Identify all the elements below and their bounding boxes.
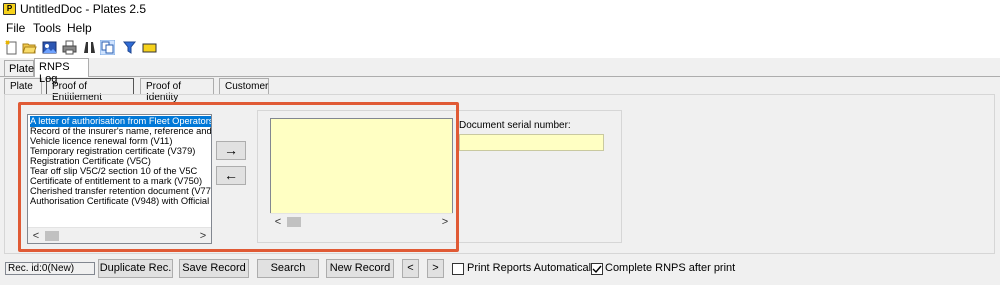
duplicate-record-button[interactable]: Duplicate Rec. (98, 259, 173, 278)
previous-record-button[interactable]: < (402, 259, 419, 278)
new-record-button[interactable]: New Record (326, 259, 394, 278)
tab-customer[interactable]: Customer (219, 78, 269, 95)
title-bar: P UntitledDoc - Plates 2.5 (0, 0, 1000, 18)
menu-file[interactable]: File (6, 21, 25, 35)
tab-plates[interactable]: Plates (4, 60, 40, 77)
complete-rnps-checkbox[interactable] (591, 263, 603, 275)
copy-icon[interactable] (100, 40, 115, 55)
document-serial-input[interactable] (459, 134, 604, 151)
save-record-button[interactable]: Save Record (179, 259, 249, 278)
tab-proof-of-entitlement[interactable]: Proof of Entitlement (46, 78, 134, 103)
tab-rnps-log[interactable]: RNPS Log (34, 58, 89, 85)
menu-tools[interactable]: Tools (33, 21, 61, 35)
complete-rnps-label: Complete RNPS after print (605, 262, 736, 274)
new-icon[interactable] (4, 40, 19, 55)
app-icon: P (3, 3, 16, 15)
next-record-button[interactable]: > (427, 259, 444, 278)
filter-icon[interactable] (122, 40, 137, 55)
checkmark-icon (592, 265, 602, 274)
document-serial-label: Document serial number: (459, 120, 571, 131)
highlight-box (18, 102, 459, 252)
binoculars-icon[interactable] (82, 40, 97, 55)
tab-plate[interactable]: Plate (4, 78, 42, 95)
image-icon[interactable] (42, 40, 57, 55)
open-folder-icon[interactable] (22, 40, 37, 55)
box-icon[interactable] (142, 40, 157, 55)
print-reports-checkbox[interactable] (452, 263, 464, 275)
tab-proof-of-identity[interactable]: Proof of Identity (140, 78, 214, 103)
record-id-field: Rec. id:0(New) (5, 262, 95, 275)
search-button[interactable]: Search (257, 259, 319, 278)
menu-help[interactable]: Help (67, 21, 92, 35)
print-icon[interactable] (62, 40, 77, 55)
menu-bar: File Tools Help (0, 18, 1000, 38)
print-reports-label: Print Reports Automatically (467, 262, 600, 274)
window-title: UntitledDoc - Plates 2.5 (20, 2, 147, 16)
toolbar (0, 38, 1000, 58)
